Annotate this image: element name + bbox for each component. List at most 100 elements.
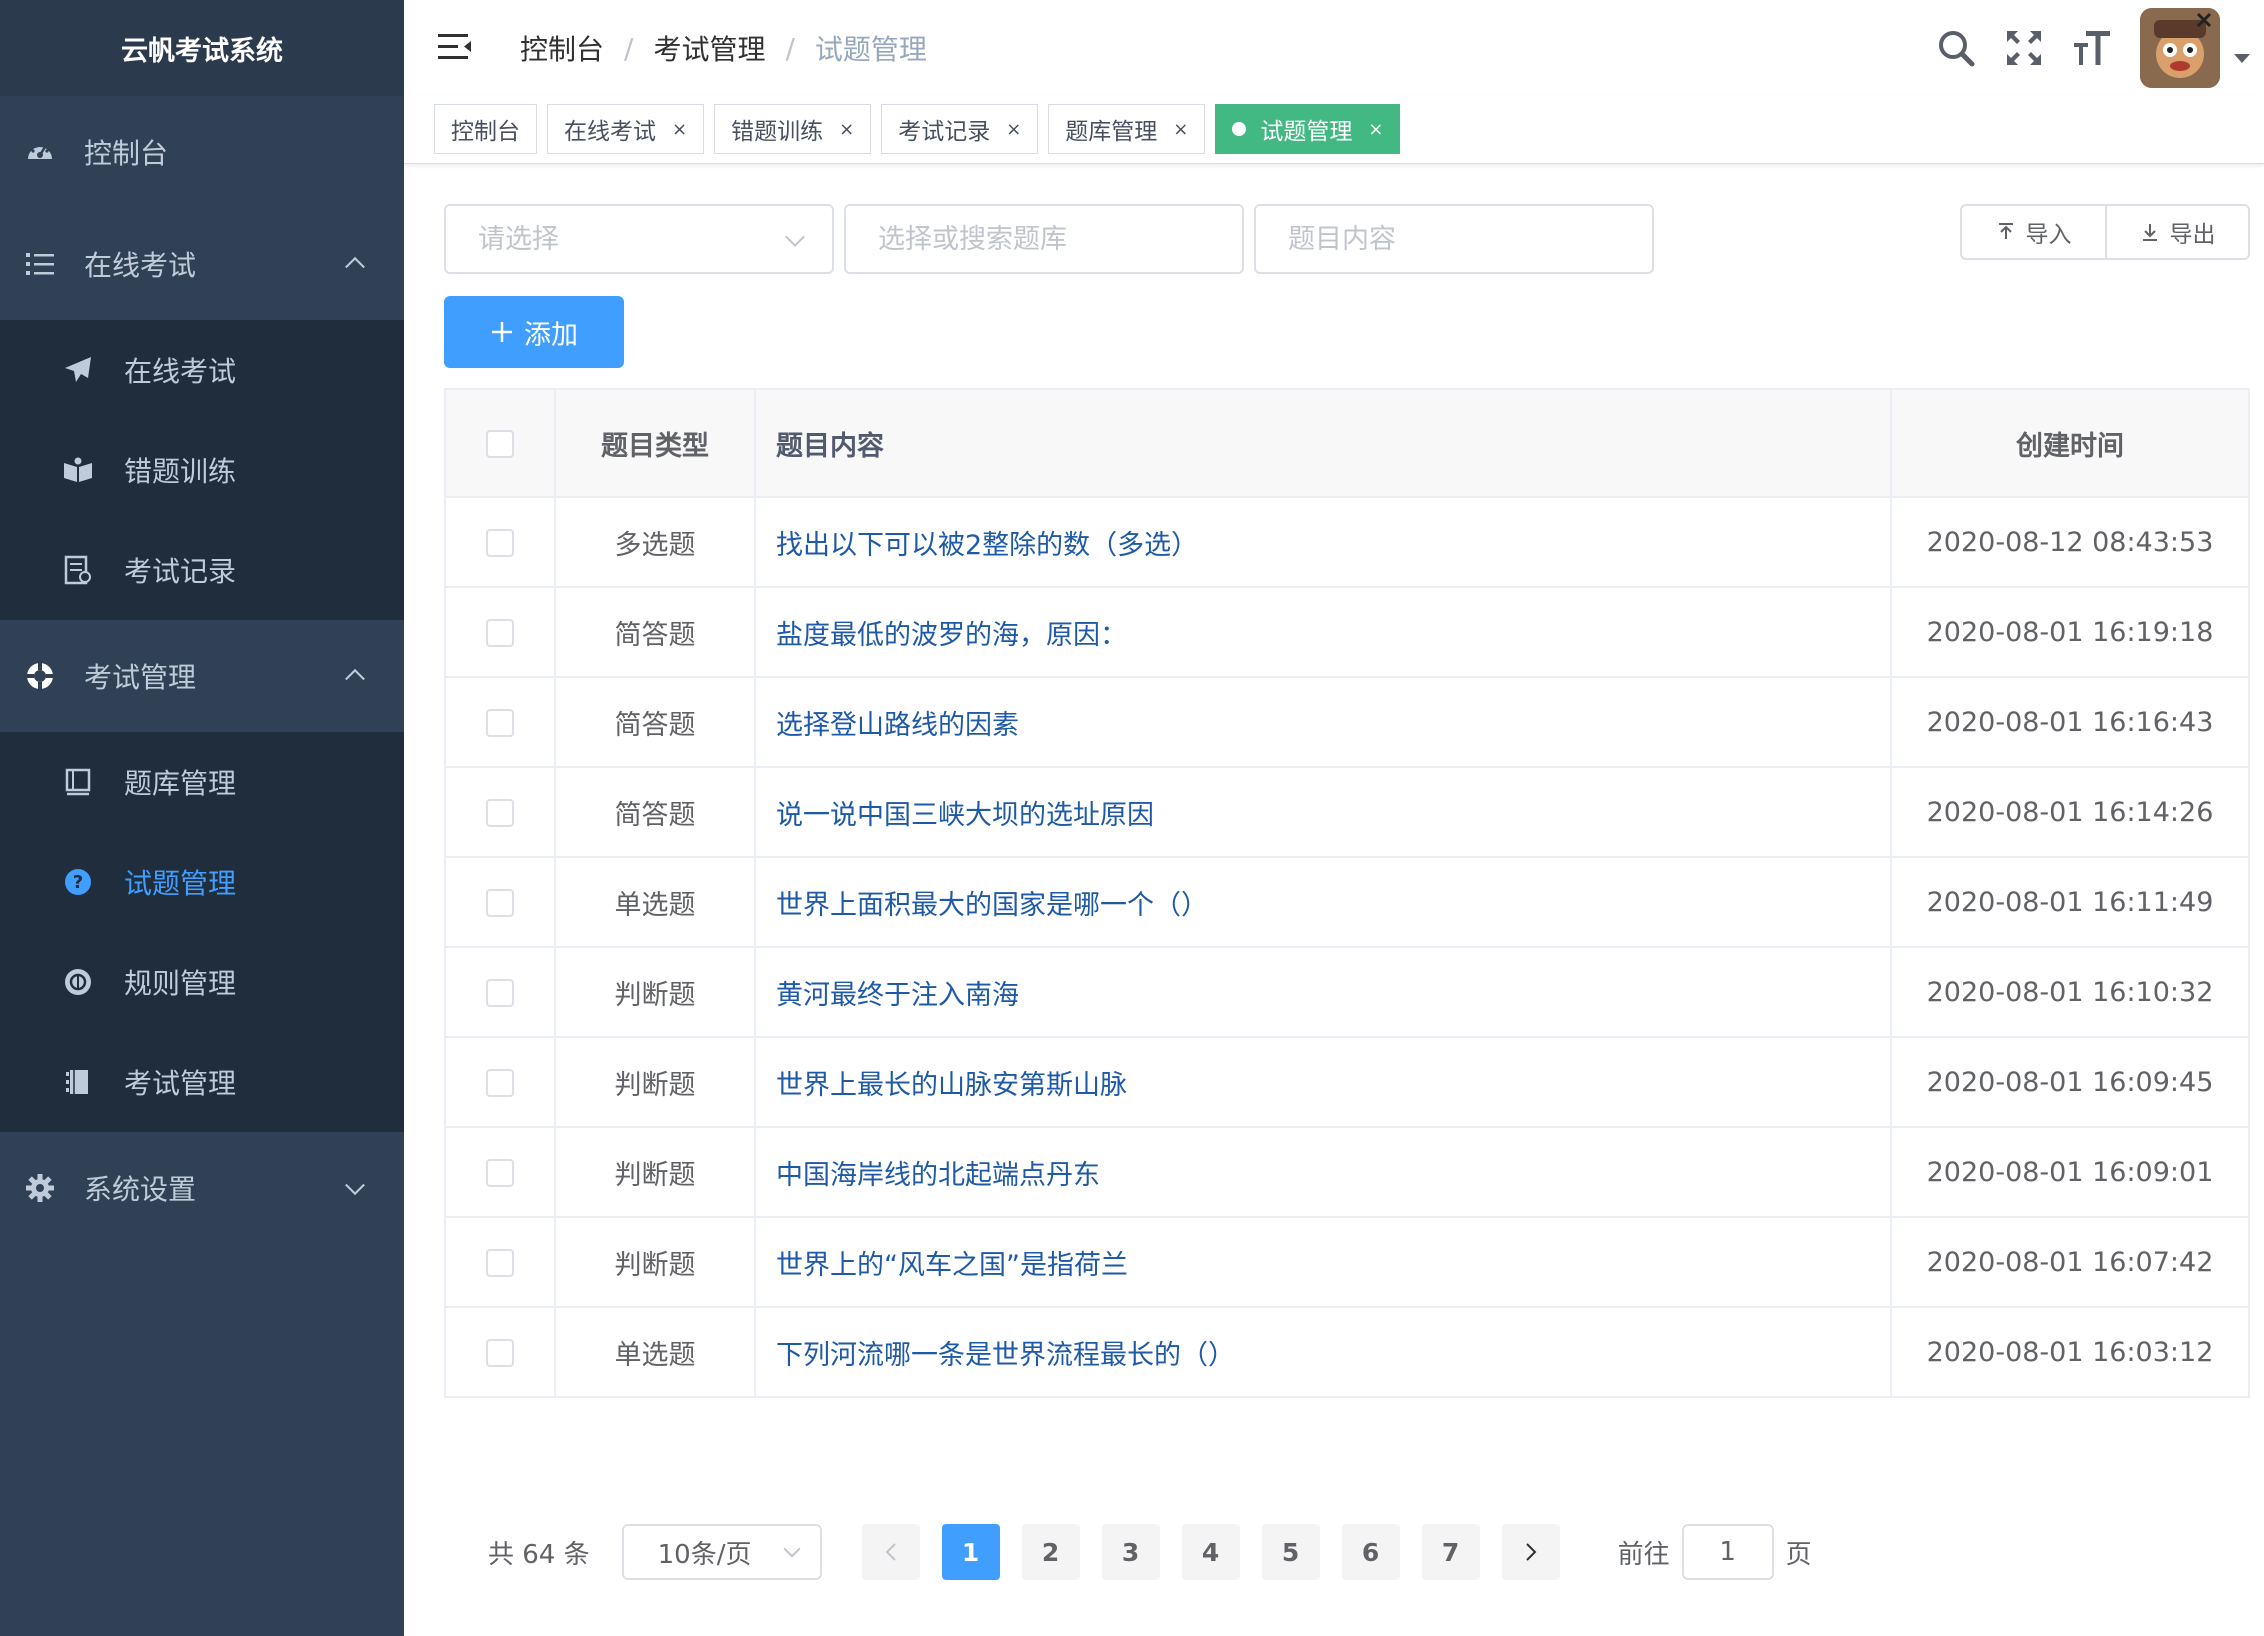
sidebar-item-question-management[interactable]: ? 试题管理: [0, 832, 404, 932]
page-button[interactable]: 6: [1341, 1524, 1400, 1580]
content-link[interactable]: 中国海岸线的北起端点丹东: [754, 1126, 1892, 1218]
row-select-cell: [444, 496, 556, 588]
sidebar-item-exam-management[interactable]: 考试管理: [0, 1032, 404, 1132]
repo-search-input[interactable]: [878, 223, 1178, 255]
page-button[interactable]: 7: [1421, 1524, 1480, 1580]
content-link[interactable]: 黄河最终于注入南海: [754, 946, 1892, 1038]
tag-question-management[interactable]: 试题管理 ×: [1215, 104, 1401, 154]
font-size-icon[interactable]: [2072, 28, 2112, 68]
breadcrumb-item[interactable]: 考试管理: [653, 28, 765, 68]
search-icon[interactable]: [1936, 28, 1976, 68]
breadcrumb-item[interactable]: 控制台: [520, 28, 604, 68]
close-icon[interactable]: ×: [672, 119, 687, 140]
import-button[interactable]: 导入: [1962, 206, 2105, 258]
tag-repo-management[interactable]: 题库管理 ×: [1048, 104, 1206, 154]
row-checkbox[interactable]: [486, 709, 514, 737]
avatar[interactable]: [2140, 8, 2220, 88]
close-icon[interactable]: ×: [1006, 119, 1021, 140]
row-checkbox[interactable]: [486, 1069, 514, 1097]
select-all-checkbox[interactable]: [486, 430, 514, 458]
table-row: 多选题 找出以下可以被2整除的数（多选） 2020-08-12 08:43:53: [444, 496, 2250, 588]
time-cell: 2020-08-01 16:07:42: [1890, 1216, 2250, 1308]
page-button[interactable]: 4: [1181, 1524, 1240, 1580]
sidebar-item-repo-management[interactable]: 题库管理: [0, 732, 404, 832]
close-icon[interactable]: ×: [1368, 119, 1383, 140]
sidebar-item-dashboard[interactable]: 控制台: [0, 96, 404, 208]
page-button[interactable]: 5: [1261, 1524, 1320, 1580]
row-checkbox[interactable]: [486, 529, 514, 557]
goto-page-input[interactable]: 1: [1681, 1524, 1774, 1580]
prev-page-button[interactable]: [861, 1524, 920, 1580]
question-type-input[interactable]: [478, 223, 778, 255]
submenu-online-exam: 在线考试 错题训练 考试记录: [0, 320, 404, 620]
row-checkbox[interactable]: [486, 799, 514, 827]
type-cell: 单选题: [554, 1306, 756, 1398]
sidebar-item-wrong-training[interactable]: 错题训练: [0, 420, 404, 520]
row-checkbox[interactable]: [486, 619, 514, 647]
row-checkbox[interactable]: [486, 1249, 514, 1277]
sidebar-item-online-exam[interactable]: 在线考试: [0, 320, 404, 420]
row-checkbox[interactable]: [486, 889, 514, 917]
page-button[interactable]: 3: [1101, 1524, 1160, 1580]
row-select-cell: [444, 856, 556, 948]
content-link[interactable]: 世界上最长的山脉安第斯山脉: [754, 1036, 1892, 1128]
table-row: 简答题 选择登山路线的因素 2020-08-01 16:16:43: [444, 676, 2250, 768]
content-link[interactable]: 世界上面积最大的国家是哪一个（）: [754, 856, 1892, 948]
right-menu: [1936, 0, 2264, 96]
content-link[interactable]: 世界上的“风车之国”是指荷兰: [754, 1216, 1892, 1308]
row-checkbox[interactable]: [486, 1159, 514, 1187]
breadcrumb-separator: /: [624, 31, 634, 65]
export-label: 导出: [2169, 222, 2216, 248]
table-row: 单选题 下列河流哪一条是世界流程最长的（） 2020-08-01 16:03:12: [444, 1306, 2250, 1398]
repo-select[interactable]: [844, 204, 1244, 274]
time-cell: 2020-08-01 16:09:45: [1890, 1036, 2250, 1128]
page-size-select[interactable]: 10条/页: [621, 1524, 822, 1580]
page-button[interactable]: 2: [1021, 1524, 1080, 1580]
caret-down-icon[interactable]: [2234, 53, 2250, 63]
sidebar-item-label: 试题管理: [124, 867, 237, 900]
content-search-input[interactable]: [1288, 223, 1588, 255]
row-select-cell: [444, 946, 556, 1038]
table-header-row: 题目类型 题目内容 创建时间: [444, 388, 2250, 498]
export-button[interactable]: 导出: [2105, 206, 2248, 258]
row-checkbox[interactable]: [486, 1339, 514, 1367]
sidebar-item-label: 在线考试: [84, 249, 197, 282]
tag-label: 在线考试: [564, 119, 656, 145]
type-cell: 判断题: [554, 946, 756, 1038]
sidebar-item-exam-management-group[interactable]: 考试管理: [0, 620, 404, 732]
content-link[interactable]: 说一说中国三峡大坝的选址原因: [754, 766, 1892, 858]
close-icon[interactable]: ×: [839, 119, 854, 140]
chevron-right-icon: [1525, 1543, 1537, 1561]
table-row: 简答题 说一说中国三峡大坝的选址原因 2020-08-01 16:14:26: [444, 766, 2250, 858]
tag-label: 错题训练: [731, 119, 824, 145]
content-link[interactable]: 盐度最低的波罗的海，原因：: [754, 586, 1892, 678]
sidebar-item-settings[interactable]: 系统设置: [0, 1132, 404, 1244]
question-type-select[interactable]: [444, 204, 834, 274]
tag-wrong-training[interactable]: 错题训练 ×: [714, 104, 872, 154]
row-checkbox[interactable]: [486, 979, 514, 1007]
sidebar-item-rule-management[interactable]: 规则管理: [0, 932, 404, 1032]
tags-view: 控制台 在线考试 × 错题训练 × 考试记录 × 题库管理 × 试题管理 ×: [434, 104, 1410, 154]
tag-online-exam[interactable]: 在线考试 ×: [547, 104, 705, 154]
page-size-value: 10条/页: [657, 1539, 752, 1570]
chevron-up-icon: [345, 256, 365, 277]
content-link[interactable]: 找出以下可以被2整除的数（多选）: [754, 496, 1892, 588]
tag-dashboard[interactable]: 控制台: [434, 104, 537, 154]
question-circle-icon: ?: [62, 866, 94, 898]
import-label: 导入: [2025, 222, 2072, 248]
sidebar-item-online-exam-group[interactable]: 在线考试: [0, 208, 404, 320]
content-search[interactable]: [1254, 204, 1654, 274]
next-page-button[interactable]: [1501, 1524, 1560, 1580]
tag-exam-records[interactable]: 考试记录 ×: [881, 104, 1039, 154]
close-icon[interactable]: ×: [1173, 119, 1188, 140]
sidebar-item-exam-records[interactable]: 考试记录: [0, 520, 404, 620]
add-button[interactable]: 添加: [444, 296, 624, 368]
page-button[interactable]: 1: [941, 1524, 1000, 1580]
fullscreen-icon[interactable]: [2004, 28, 2044, 68]
content-link[interactable]: 选择登山路线的因素: [754, 676, 1892, 768]
header-type: 题目类型: [554, 388, 756, 498]
content-link[interactable]: 下列河流哪一条是世界流程最长的（）: [754, 1306, 1892, 1398]
tag-label: 考试记录: [898, 119, 991, 145]
gear-icon: [24, 1172, 56, 1204]
hamburger-icon[interactable]: [438, 32, 472, 62]
